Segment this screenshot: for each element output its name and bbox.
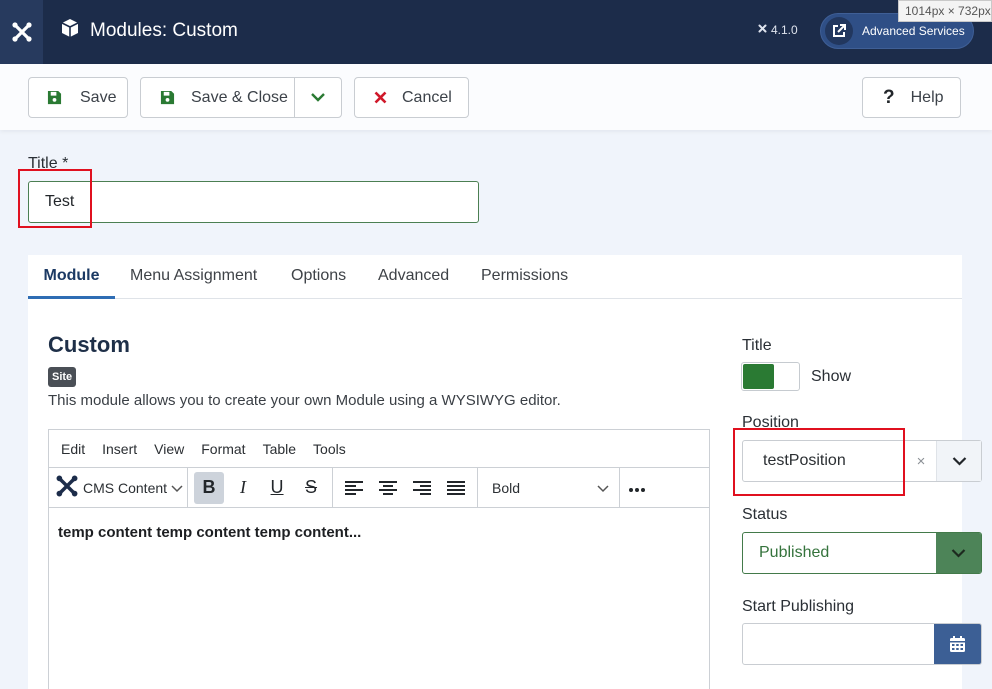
cube-icon: [60, 18, 80, 44]
alignment-group: [333, 467, 479, 508]
more-dots-icon: [628, 480, 646, 496]
status-label: Status: [742, 506, 788, 523]
tab-menu-assignment[interactable]: Menu Assignment: [130, 255, 257, 299]
question-icon: ?: [883, 86, 895, 108]
menu-insert[interactable]: Insert: [102, 441, 137, 457]
status-select[interactable]: Published: [742, 532, 982, 574]
title-visibility-label: Title: [742, 337, 772, 354]
show-title-toggle[interactable]: [741, 362, 800, 391]
italic-icon[interactable]: I: [228, 472, 258, 504]
chevron-down-icon: [951, 549, 966, 558]
module-type-title: Custom: [48, 332, 130, 357]
align-center-icon[interactable]: [373, 472, 403, 504]
action-toolbar: Save Save & Close Cancel ? Help: [0, 64, 992, 130]
external-link-icon: [825, 17, 853, 45]
align-justify-icon[interactable]: [441, 472, 471, 504]
calendar-button[interactable]: [934, 624, 981, 664]
tab-permissions[interactable]: Permissions: [481, 255, 568, 299]
position-value: testPosition: [763, 452, 846, 469]
editor-content-area[interactable]: temp content temp content temp content..…: [49, 508, 709, 557]
menu-format[interactable]: Format: [201, 441, 245, 457]
tab-bar: Module Menu Assignment Options Advanced …: [28, 255, 962, 299]
underline-icon[interactable]: U: [262, 472, 292, 504]
wysiwyg-editor: Edit Insert View Format Table Tools CMS …: [48, 429, 710, 689]
site-badge: Site: [48, 367, 77, 387]
start-publishing-label: Start Publishing: [742, 598, 855, 615]
start-publishing-input[interactable]: [742, 623, 982, 665]
advanced-services-label: Advanced Services: [862, 24, 965, 38]
align-right-icon[interactable]: [407, 472, 437, 504]
joomla-small-icon: [757, 23, 768, 37]
help-button[interactable]: ? Help: [862, 77, 961, 118]
status-dropdown-button[interactable]: [936, 533, 981, 573]
format-select-value: Bold: [492, 479, 521, 496]
page-title-text: Modules: Custom: [90, 20, 238, 41]
bold-icon[interactable]: B: [194, 471, 225, 504]
format-select[interactable]: Bold: [478, 467, 621, 508]
tab-advanced[interactable]: Advanced: [378, 255, 449, 299]
menu-edit[interactable]: Edit: [61, 441, 85, 457]
save-icon: [47, 90, 62, 105]
chevron-down-icon: [952, 457, 966, 466]
save-close-label: Save & Close: [191, 88, 288, 106]
show-label: Show: [811, 368, 852, 385]
editor-menubar: Edit Insert View Format Table Tools: [49, 430, 709, 468]
help-label: Help: [910, 88, 944, 106]
page-title: Modules: Custom: [60, 18, 238, 44]
close-icon: [374, 91, 387, 104]
version-info: 4.1.0: [757, 23, 798, 37]
cancel-label: Cancel: [402, 88, 452, 106]
menu-tools[interactable]: Tools: [313, 441, 346, 457]
app-header: Modules: Custom 4.1.0 Advanced Services …: [0, 0, 992, 64]
title-input[interactable]: Test: [28, 181, 479, 223]
save-close-button[interactable]: Save & Close: [141, 78, 296, 117]
text-style-group: B I U S: [188, 467, 334, 508]
position-select[interactable]: testPosition ×: [742, 440, 982, 482]
clear-icon[interactable]: ×: [906, 453, 936, 470]
menu-table[interactable]: Table: [263, 441, 296, 457]
editor-toolbar: CMS Content B I U S Bold: [49, 467, 709, 508]
save-icon: [160, 90, 175, 105]
cancel-button[interactable]: Cancel: [354, 77, 469, 118]
title-field-label: Title *: [28, 155, 69, 172]
position-label: Position: [742, 414, 799, 431]
save-close-group: Save & Close: [140, 77, 342, 118]
dimension-tooltip: 1014px × 732px: [898, 0, 992, 22]
menu-view[interactable]: View: [154, 441, 184, 457]
position-dropdown-button[interactable]: [936, 441, 981, 481]
tab-options[interactable]: Options: [291, 255, 346, 299]
module-card: Module Menu Assignment Options Advanced …: [28, 255, 982, 689]
save-label: Save: [80, 88, 117, 106]
module-description: This module allows you to create your ow…: [48, 392, 561, 409]
chevron-down-icon: [311, 89, 325, 107]
save-options-dropdown[interactable]: [295, 78, 341, 117]
joomla-icon: [55, 474, 79, 501]
cms-content-button[interactable]: CMS Content: [49, 467, 189, 508]
version-text: 4.1.0: [771, 23, 798, 37]
status-value: Published: [759, 544, 830, 561]
chevron-down-icon: [171, 480, 183, 496]
joomla-logo-icon[interactable]: [0, 0, 43, 64]
calendar-icon: [950, 636, 965, 652]
align-left-icon[interactable]: [339, 472, 369, 504]
save-button[interactable]: Save: [28, 77, 128, 118]
chevron-down-icon: [597, 480, 609, 496]
tab-module[interactable]: Module: [28, 255, 115, 299]
strikethrough-icon[interactable]: S: [296, 472, 326, 504]
editor-content-text: temp content temp content temp content..…: [58, 524, 362, 541]
cms-content-label: CMS Content: [83, 479, 168, 496]
more-options-button[interactable]: [620, 468, 652, 508]
toggle-on-indicator: [743, 364, 774, 389]
